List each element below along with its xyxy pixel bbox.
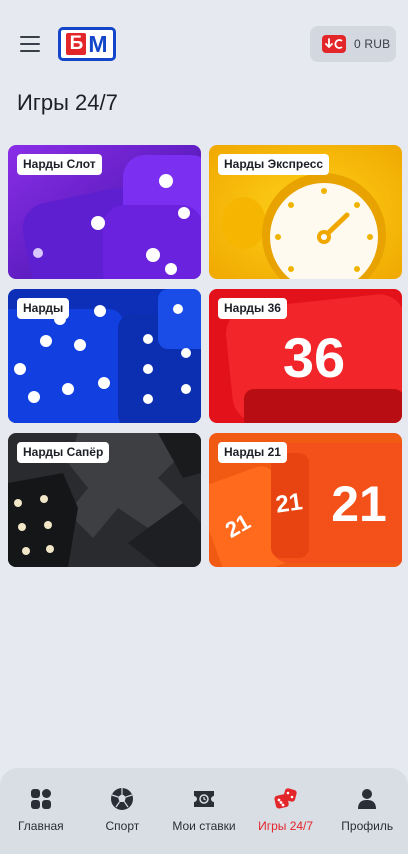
nav-item-profile[interactable]: Профиль <box>326 768 408 854</box>
game-card-label: Нарды 36 <box>218 298 287 319</box>
game-card-label: Нарды Экспресс <box>218 154 330 175</box>
wallet-icon <box>322 35 346 53</box>
logo[interactable]: Б М <box>58 27 116 61</box>
game-card-nardy[interactable]: Нарды <box>8 289 201 423</box>
nav-item-sport[interactable]: Спорт <box>82 768 164 854</box>
game-card-label: Нарды Сапёр <box>17 442 110 463</box>
game-card-express[interactable]: Нарды Экспресс <box>209 145 402 279</box>
menu-icon[interactable] <box>20 34 42 52</box>
balance-button[interactable]: 0 RUB <box>310 26 396 62</box>
logo-letter-m: М <box>88 31 108 57</box>
ticket-icon <box>193 791 214 807</box>
game-card-slot[interactable]: Нарды Слот <box>8 145 201 279</box>
nav-label: Мои ставки <box>172 819 236 833</box>
game-card-label: Нарды Слот <box>17 154 102 175</box>
game-card-saper[interactable]: Нарды Сапёр <box>8 433 201 567</box>
game-card-label: Нарды 21 <box>218 442 287 463</box>
balance-amount: 0 RUB <box>354 37 391 51</box>
app-header: Б М 0 RUB <box>0 0 408 88</box>
nav-label: Главная <box>17 819 64 833</box>
game-card-36[interactable]: 36 Нарды 36 <box>209 289 402 423</box>
dial-number-36: 36 <box>283 326 345 389</box>
soccer-ball-icon <box>111 788 134 810</box>
nav-item-my-bets[interactable]: Мои ставки <box>163 768 245 854</box>
cube-number-21: 21 <box>331 476 387 532</box>
svg-text:21: 21 <box>274 488 304 518</box>
user-icon <box>358 789 377 809</box>
dice-icon <box>274 788 297 809</box>
nav-label: Игры 24/7 <box>258 819 314 833</box>
nav-item-home[interactable]: Главная <box>0 768 82 854</box>
bottom-nav: Главная Спорт Мои ставки Игры 24/7 Профи… <box>0 768 408 854</box>
home-grid-icon <box>30 789 51 809</box>
nav-item-games[interactable]: Игры 24/7 <box>245 768 327 854</box>
logo-letter-b: Б <box>66 33 87 55</box>
game-card-label: Нарды <box>17 298 70 319</box>
nav-label: Профиль <box>341 819 394 833</box>
page-title: Игры 24/7 <box>17 90 118 115</box>
game-card-21[interactable]: 21 21 21 Нарды 21 <box>209 433 402 567</box>
nav-label: Спорт <box>105 819 140 833</box>
